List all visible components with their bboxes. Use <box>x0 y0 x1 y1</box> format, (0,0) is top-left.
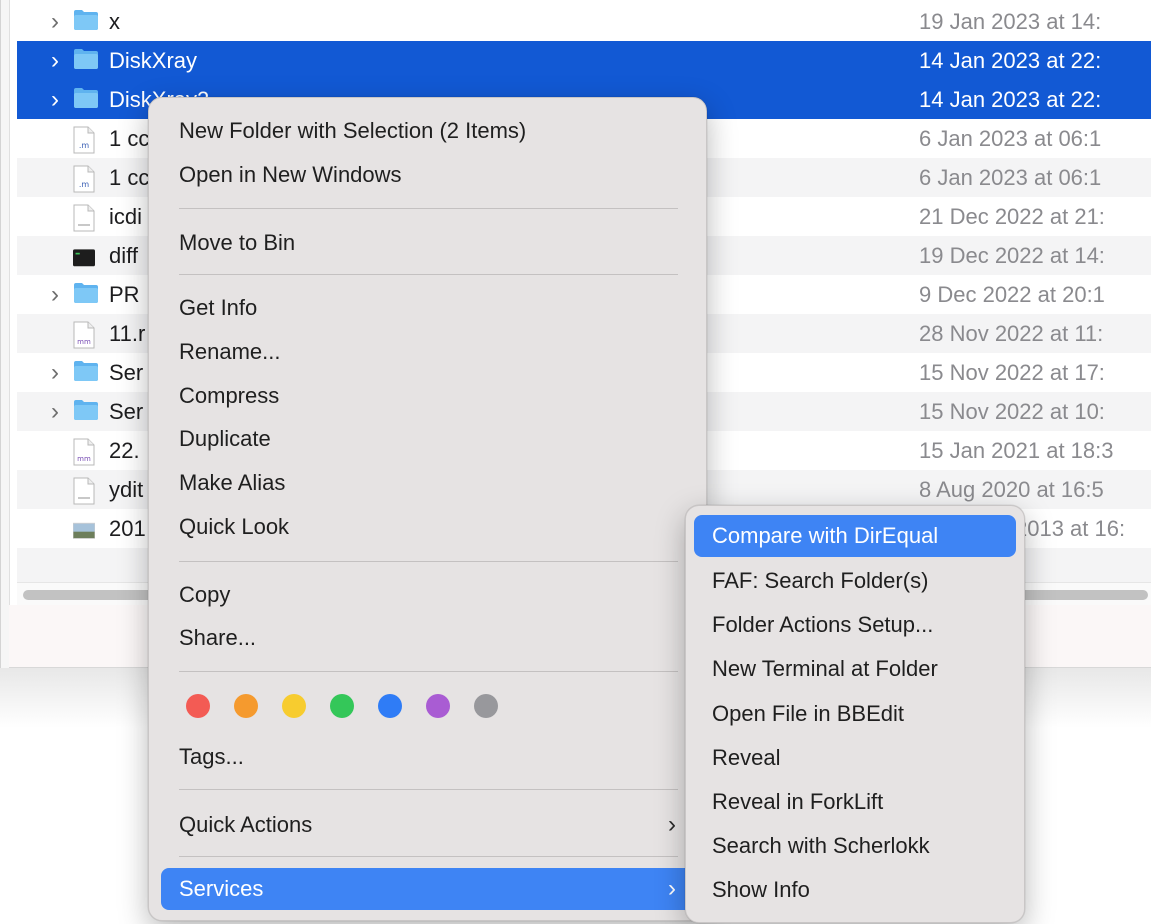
date-modified: 15 Nov 2022 at 17: <box>919 360 1105 385</box>
date-modified: 2013 at 16: <box>1015 516 1126 541</box>
file-name: 201 <box>109 516 146 541</box>
menu-separator <box>179 789 678 790</box>
menu-item-new-folder-with-selection[interactable]: New Folder with Selection (2 Items) <box>161 110 694 152</box>
menu-item-compare-with-direqual[interactable]: Compare with DirEqual <box>694 515 1016 557</box>
screen: › x 19 Jan 2023 at 14: › DiskXray 14 Jan… <box>0 0 1151 924</box>
menu-item-get-info[interactable]: Get Info <box>161 287 694 329</box>
disclosure-triangle-icon[interactable]: › <box>47 353 63 392</box>
menu-item-label: Quick Actions <box>179 812 313 837</box>
menu-item-folder-actions-setup[interactable]: Folder Actions Setup... <box>694 604 1016 646</box>
disclosure-triangle-icon[interactable]: › <box>47 392 63 431</box>
menu-item-reveal[interactable]: Reveal <box>694 737 1016 779</box>
file-name: PR <box>109 282 140 307</box>
menu-item-services[interactable]: Services › <box>161 868 694 910</box>
image-file-icon <box>72 516 99 542</box>
folder-icon <box>73 87 99 113</box>
m-file-icon: .m <box>73 165 99 193</box>
m-file-icon: .m <box>73 126 99 154</box>
disclosure-triangle-icon[interactable]: › <box>47 41 63 80</box>
file-name: icdi <box>109 204 143 229</box>
folder-icon <box>73 9 99 35</box>
file-name: 22. <box>109 438 140 463</box>
folder-icon <box>73 282 99 308</box>
date-modified: 15 Jan 2021 at 18:3 <box>919 438 1114 463</box>
disclosure-triangle-icon[interactable]: › <box>47 2 63 41</box>
file-name: Ser <box>109 399 144 424</box>
table-row[interactable]: › x 19 Jan 2023 at 14: <box>17 2 1151 41</box>
mm-file-icon: mm <box>73 321 99 349</box>
date-modified: 19 Dec 2022 at 14: <box>919 243 1105 268</box>
menu-item-faf-search-folders[interactable]: FAF: Search Folder(s) <box>694 560 1016 602</box>
menu-item-move-to-bin[interactable]: Move to Bin <box>161 222 694 264</box>
menu-item-tags[interactable]: Tags... <box>161 736 694 778</box>
menu-item-open-file-in-bbedit[interactable]: Open File in BBEdit <box>694 693 1016 735</box>
file-name: DiskXray <box>109 48 198 73</box>
services-submenu: Compare with DirEqual FAF: Search Folder… <box>685 505 1025 923</box>
folder-icon <box>73 48 99 74</box>
tag-gray-dot[interactable] <box>474 694 498 718</box>
menu-item-copy[interactable]: Copy <box>161 574 694 616</box>
menu-item-label: Services <box>179 876 264 901</box>
menu-item-quick-look[interactable]: Quick Look <box>161 506 694 548</box>
menu-separator <box>179 671 678 672</box>
chevron-right-icon: › <box>668 875 676 902</box>
window-border <box>1 0 10 668</box>
svg-text:.m: .m <box>79 180 90 189</box>
menu-separator <box>179 274 678 275</box>
menu-item-reveal-in-forklift[interactable]: Reveal in ForkLift <box>694 781 1016 823</box>
text-file-icon <box>73 477 99 505</box>
chevron-right-icon: › <box>668 811 676 838</box>
file-name: diff <box>109 243 138 268</box>
file-name: Ser <box>109 360 144 385</box>
menu-separator <box>179 561 678 562</box>
file-name: 1 cc <box>109 165 150 190</box>
menu-item-duplicate[interactable]: Duplicate <box>161 418 694 460</box>
date-modified: 19 Jan 2023 at 14: <box>919 9 1102 34</box>
menu-separator <box>179 856 678 857</box>
tag-purple-dot[interactable] <box>426 694 450 718</box>
date-modified: 9 Dec 2022 at 20:1 <box>919 282 1105 307</box>
date-modified: 21 Dec 2022 at 21: <box>919 204 1105 229</box>
tag-red-dot[interactable] <box>186 694 210 718</box>
svg-text:mm: mm <box>77 338 91 346</box>
menu-item-new-terminal-at-folder[interactable]: New Terminal at Folder <box>694 648 1016 690</box>
tag-green-dot[interactable] <box>330 694 354 718</box>
menu-separator <box>179 208 678 209</box>
folder-icon <box>73 399 99 425</box>
date-modified: 8 Aug 2020 at 16:5 <box>919 477 1104 502</box>
tag-blue-dot[interactable] <box>378 694 402 718</box>
date-modified: 28 Nov 2022 at 11: <box>919 321 1104 346</box>
svg-text:.m: .m <box>79 141 90 150</box>
tag-yellow-dot[interactable] <box>282 694 306 718</box>
menu-item-open-in-new-windows[interactable]: Open in New Windows <box>161 154 694 196</box>
file-name: ydit <box>109 477 144 502</box>
svg-text:mm: mm <box>77 455 91 463</box>
menu-item-rename[interactable]: Rename... <box>161 331 694 373</box>
menu-item-compress[interactable]: Compress <box>161 375 694 417</box>
date-modified: 15 Nov 2022 at 10: <box>919 399 1105 424</box>
file-name: x <box>109 9 120 34</box>
menu-item-quick-actions[interactable]: Quick Actions › <box>161 804 694 846</box>
mm-file-icon: mm <box>73 438 99 466</box>
terminal-file-icon <box>73 243 99 269</box>
table-row[interactable]: › DiskXray 14 Jan 2023 at 22: <box>17 41 1151 80</box>
date-modified: 14 Jan 2023 at 22: <box>919 87 1102 112</box>
tag-orange-dot[interactable] <box>234 694 258 718</box>
date-modified: 6 Jan 2023 at 06:1 <box>919 165 1102 190</box>
menu-item-show-info[interactable]: Show Info <box>694 869 1016 911</box>
disclosure-triangle-icon[interactable]: › <box>47 275 63 314</box>
file-name: 11.r <box>109 321 146 346</box>
date-modified: 6 Jan 2023 at 06:1 <box>919 126 1102 151</box>
disclosure-triangle-icon[interactable]: › <box>47 80 63 119</box>
menu-item-search-with-scherlokk[interactable]: Search with Scherlokk <box>694 825 1016 867</box>
date-modified: 14 Jan 2023 at 22: <box>919 48 1102 73</box>
text-file-icon <box>73 204 99 232</box>
context-menu: New Folder with Selection (2 Items) Open… <box>148 97 707 921</box>
folder-icon <box>73 360 99 386</box>
file-name: 1 cc <box>109 126 150 151</box>
menu-item-share[interactable]: Share... <box>161 617 694 659</box>
menu-item-make-alias[interactable]: Make Alias <box>161 462 694 504</box>
